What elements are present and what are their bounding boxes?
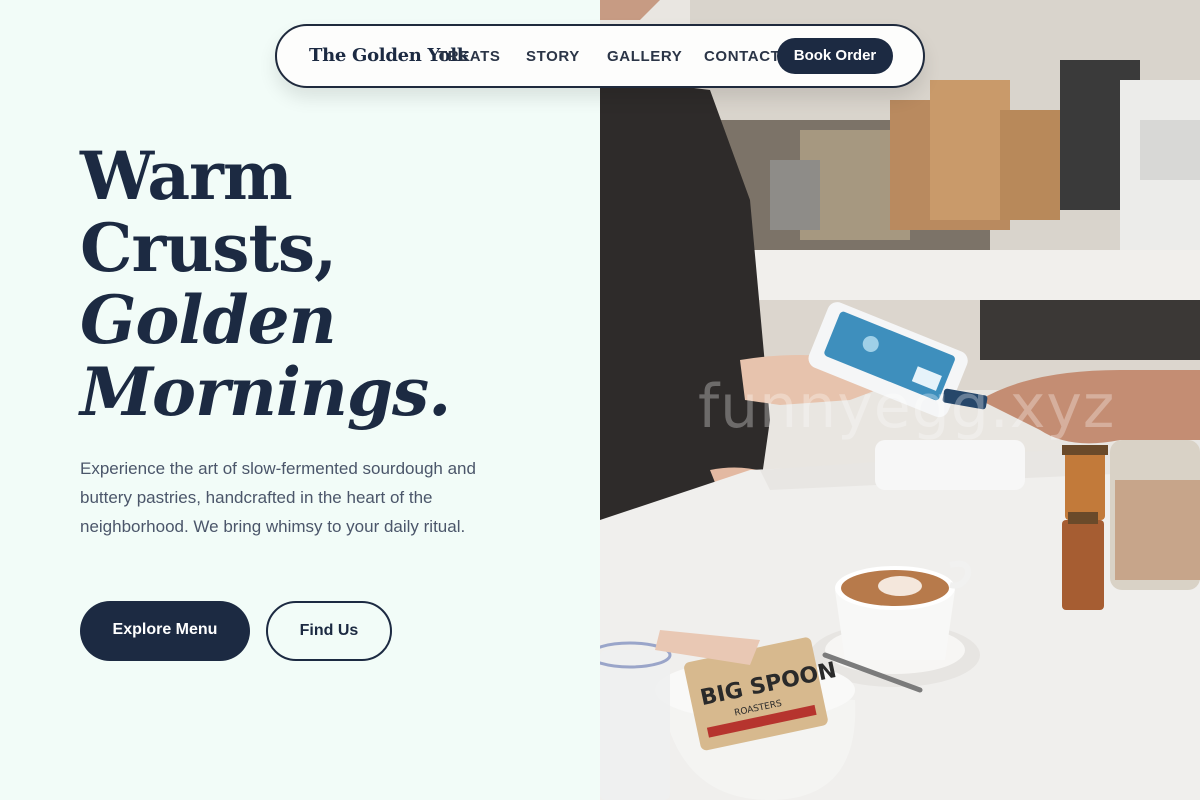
find-us-button[interactable]: Find Us xyxy=(266,601,392,661)
hero-title-line-4: Mornings. xyxy=(80,353,451,431)
hero-title: Warm Crusts, Golden Mornings. xyxy=(80,140,560,428)
top-navigation: The Golden Yolk TREATS STORY GALLERY CON… xyxy=(275,24,925,88)
photo-watermark: funnyegg.xyz xyxy=(698,372,1116,442)
hero-title-line-2: Crusts, xyxy=(80,209,337,287)
explore-menu-button[interactable]: Explore Menu xyxy=(80,601,250,661)
hero-panel: Warm Crusts, Golden Mornings. Experience… xyxy=(0,0,600,800)
hero-description: Experience the art of slow-fermented sou… xyxy=(80,459,476,536)
hero-title-line-1: Warm xyxy=(80,137,293,215)
nav-link-story[interactable]: STORY xyxy=(526,48,580,65)
nav-link-gallery[interactable]: GALLERY xyxy=(607,48,682,65)
nav-link-treats[interactable]: TREATS xyxy=(438,48,501,65)
hero-title-line-3: Golden xyxy=(80,281,337,359)
nav-link-contact[interactable]: CONTACT xyxy=(704,48,780,65)
book-order-button[interactable]: Book Order xyxy=(777,38,893,74)
hero-photo: BIG SPOON ROASTERS funnyegg.xyz xyxy=(600,0,1200,800)
